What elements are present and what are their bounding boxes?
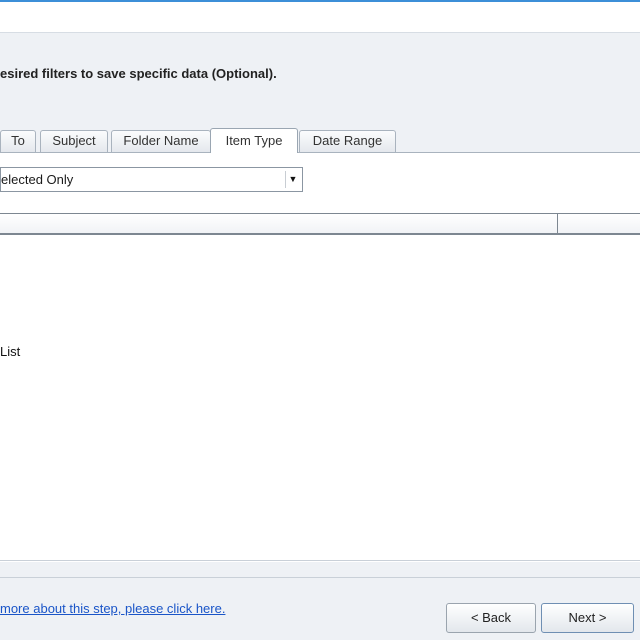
item-type-select-value: elected Only [1, 172, 74, 187]
tab-to[interactable]: To [0, 130, 36, 152]
header-accent-line [0, 0, 640, 2]
dropdown-arrow-icon[interactable]: ▼ [285, 171, 300, 188]
divider [0, 577, 640, 578]
tab-item-type[interactable]: Item Type [210, 128, 298, 153]
item-type-list[interactable]: List [0, 236, 640, 536]
next-button[interactable]: Next > [541, 603, 634, 633]
tab-date-range[interactable]: Date Range [299, 130, 396, 152]
item-type-select[interactable]: elected Only ▼ [0, 167, 303, 192]
list-header-column-1[interactable] [0, 214, 558, 234]
step-instruction: esired filters to save specific data (Op… [0, 66, 277, 81]
window-header [0, 0, 640, 33]
list-header-column-2[interactable] [558, 214, 640, 234]
divider [0, 560, 640, 561]
list-item[interactable]: List [0, 344, 20, 359]
back-button[interactable]: < Back [446, 603, 536, 633]
list-header [0, 213, 640, 235]
tab-subject[interactable]: Subject [40, 130, 108, 152]
filter-tabs: To Subject Folder Name Item Type Date Ra… [0, 128, 640, 153]
tab-folder-name[interactable]: Folder Name [111, 130, 211, 152]
help-link[interactable]: more about this step, please click here. [0, 601, 225, 616]
